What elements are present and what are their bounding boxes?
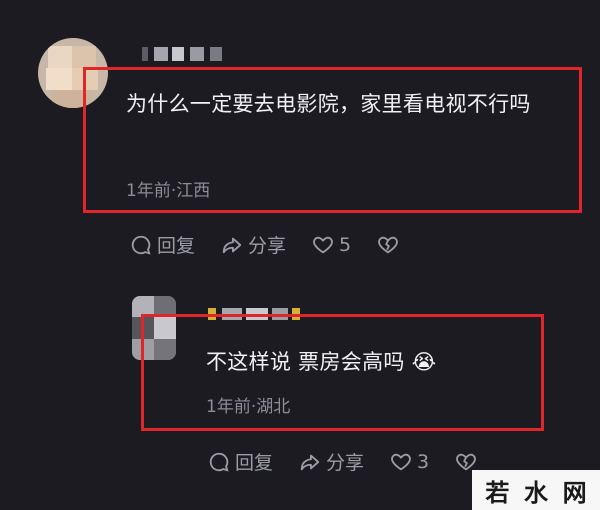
- like-count: 5: [339, 233, 352, 256]
- dislike-button[interactable]: [377, 234, 404, 256]
- dislike-icon: [378, 236, 398, 253]
- comment-icon: [209, 452, 229, 472]
- reply-button[interactable]: 回复: [130, 231, 195, 258]
- share-label: 分享: [248, 235, 287, 257]
- reply-text: 不这样说 票房会高吗 😭: [206, 350, 437, 374]
- reply-like-button[interactable]: 3: [390, 451, 429, 473]
- like-button[interactable]: 5: [312, 234, 351, 256]
- watermark-char: 若: [485, 477, 510, 507]
- watermark-char: 水: [523, 477, 548, 507]
- reply-label: 回复: [157, 235, 196, 257]
- reply-meta: 1年前·湖北: [206, 397, 291, 417]
- comment-text: 为什么一定要去电影院，家里看电视不行吗: [126, 92, 531, 116]
- comment-action-bar: 回复 分享 5: [130, 231, 430, 258]
- username-blurred[interactable]: [142, 47, 232, 61]
- heart-icon: [391, 453, 411, 470]
- reply-action-bar: 回复 分享 3: [208, 448, 508, 475]
- share-label: 分享: [326, 452, 365, 474]
- share-button[interactable]: 分享: [221, 231, 286, 258]
- reply-label: 回复: [235, 452, 274, 474]
- comment-meta: 1年前·江西: [126, 181, 211, 201]
- share-icon: [222, 237, 242, 253]
- watermark-char: 网: [562, 477, 587, 507]
- reply-reply-button[interactable]: 回复: [208, 448, 273, 475]
- share-icon: [300, 454, 320, 470]
- like-count: 3: [417, 450, 430, 473]
- heart-icon: [313, 236, 333, 253]
- reply-share-button[interactable]: 分享: [299, 448, 364, 475]
- watermark: 若 水 网: [472, 470, 600, 510]
- comment-icon: [131, 235, 151, 255]
